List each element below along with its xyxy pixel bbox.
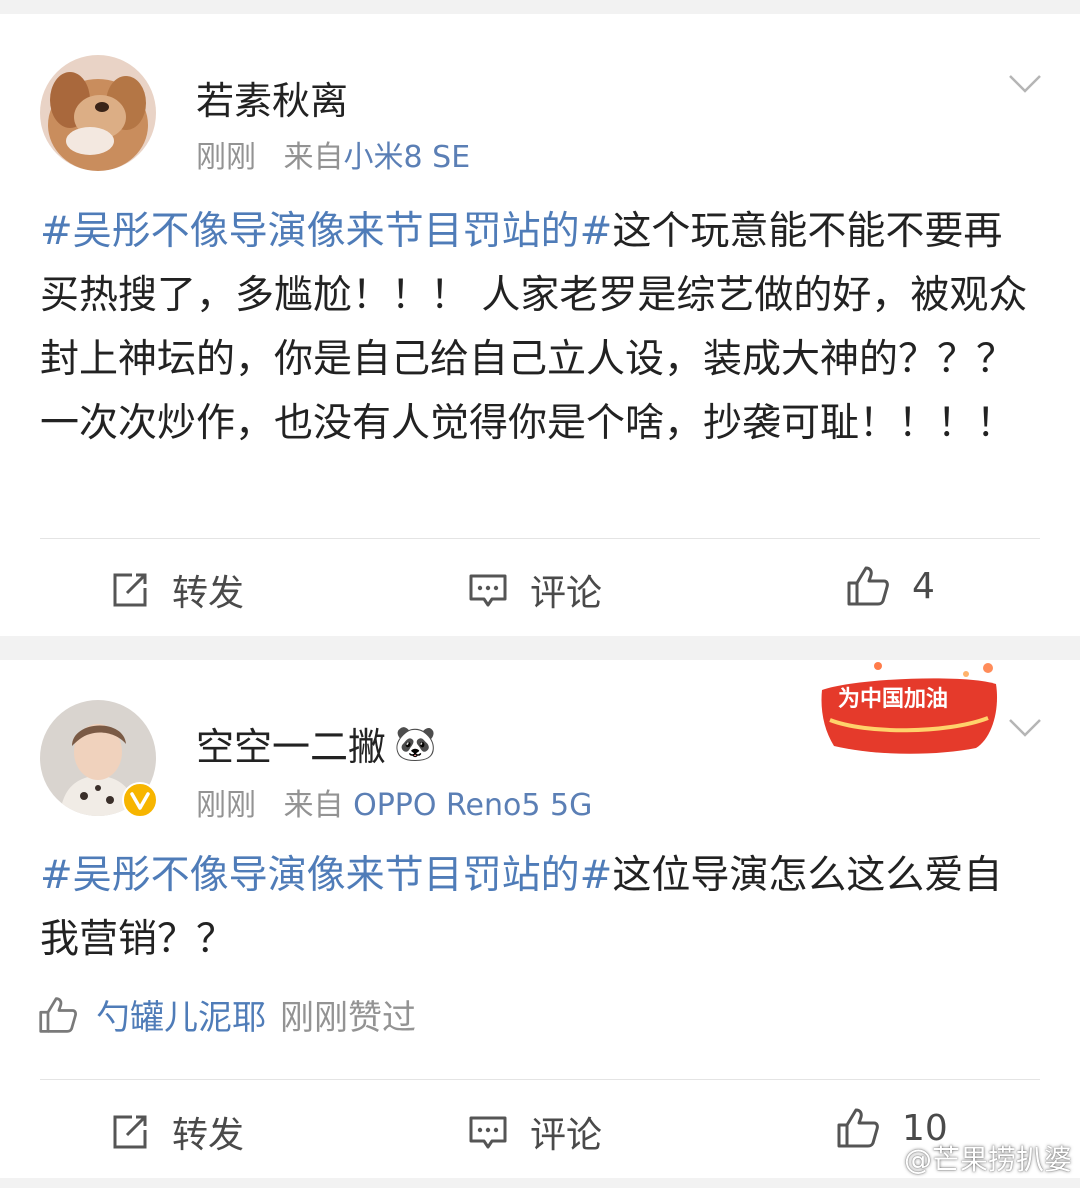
like-button[interactable]: 4 [846, 564, 935, 608]
repost-button[interactable]: 转发 [110, 564, 244, 616]
post-time: 刚刚 [196, 788, 256, 823]
badge-graphic: 为中国加油 [821, 662, 998, 754]
comment-icon [469, 574, 507, 607]
post-card-2: 空空一二撇 🐼 刚刚 来自 OPPO Reno5 5G 为中国加油 #吴彤不像导… [0, 660, 1080, 1178]
divider [40, 1079, 1040, 1080]
author-name-row: 空空一二撇 🐼 [196, 716, 436, 771]
liked-by-row: 勺罐儿泥耶 刚刚赞过 [38, 990, 416, 1039]
device-link[interactable]: 小米8 SE [344, 140, 471, 175]
liker-name-link[interactable]: 勺罐儿泥耶 [96, 990, 266, 1039]
post-meta: 刚刚 来自 OPPO Reno5 5G [196, 780, 592, 824]
post-content: #吴彤不像导演像来节目罚站的#这位导演怎么这么爱自我营销？？ [40, 844, 1040, 972]
verified-v-icon [122, 782, 158, 818]
repost-label: 转发 [172, 1115, 245, 1156]
source-prefix: 来自 [283, 140, 344, 175]
comment-button[interactable]: 评论 [468, 1106, 602, 1158]
hashtag-link[interactable]: #吴彤不像导演像来节目罚站的# [40, 853, 612, 898]
watermark: @芒果捞扒婆 [864, 1138, 1072, 1178]
dog-avatar-icon [40, 55, 156, 171]
hashtag-link[interactable]: #吴彤不像导演像来节目罚站的# [40, 209, 612, 254]
watermark-text: @芒果捞扒婆 [903, 1143, 1072, 1176]
thumbs-up-icon [39, 996, 77, 1033]
comment-label: 评论 [530, 573, 603, 614]
repost-icon [113, 573, 147, 607]
divider [40, 538, 1040, 539]
author-name[interactable]: 若素秋离 [196, 70, 348, 125]
author-name[interactable]: 空空一二撇 [196, 716, 386, 771]
badge-text: 为中国加油 [838, 687, 948, 712]
chevron-down-icon[interactable] [1008, 718, 1042, 738]
repost-label: 转发 [172, 573, 245, 614]
post-content: #吴彤不像导演像来节目罚站的#这个玩意能不能不要再买热搜了，多尴尬！！！ 人家老… [40, 200, 1040, 456]
post-meta: 刚刚 来自小米8 SE [196, 132, 470, 176]
comment-button[interactable]: 评论 [468, 564, 602, 616]
chevron-down-icon[interactable] [1008, 74, 1042, 94]
comment-label: 评论 [530, 1115, 603, 1156]
liked-text: 刚刚赞过 [280, 998, 416, 1038]
panda-emoji: 🐼 [394, 723, 437, 764]
like-count: 4 [912, 565, 935, 607]
weibo-logo-icon [864, 1145, 899, 1173]
device-link[interactable]: OPPO Reno5 5G [353, 788, 592, 823]
comment-icon [469, 1116, 507, 1149]
avatar[interactable] [40, 700, 158, 818]
avatar[interactable] [40, 55, 156, 171]
post-time: 刚刚 [196, 140, 256, 175]
china-support-badge[interactable]: 为中国加油 [816, 660, 1002, 756]
repost-button[interactable]: 转发 [110, 1106, 244, 1158]
post-card-1: 若素秋离 刚刚 来自小米8 SE #吴彤不像导演像来节目罚站的#这个玩意能不能不… [0, 14, 1080, 636]
repost-icon [113, 1115, 147, 1149]
source-prefix: 来自 [283, 788, 344, 823]
thumbs-up-icon [847, 566, 889, 606]
